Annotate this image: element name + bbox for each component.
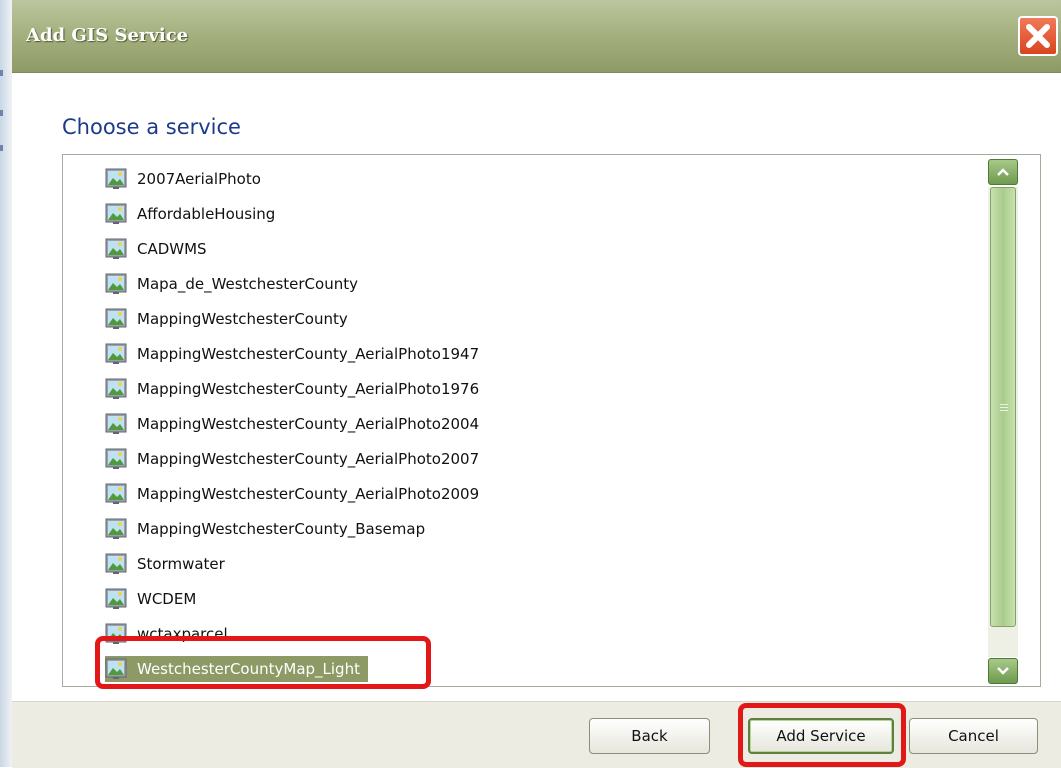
map-service-icon [105, 588, 127, 610]
service-label: MappingWestchesterCounty [137, 310, 348, 328]
list-item[interactable]: Mapa_de_WestchesterCounty [105, 271, 358, 297]
title-bar: Add GIS Service [12, 0, 1061, 73]
vertical-scrollbar[interactable] [988, 159, 1018, 684]
map-service-icon [105, 518, 127, 540]
page-heading: Choose a service [62, 115, 241, 139]
service-label: Mapa_de_WestchesterCounty [137, 275, 358, 293]
scroll-down-icon [997, 667, 1009, 675]
scroll-track[interactable] [988, 187, 1018, 657]
service-label: MappingWestchesterCounty_AerialPhoto2004 [137, 415, 480, 433]
cancel-button[interactable]: Cancel [909, 718, 1038, 754]
list-item[interactable]: Stormwater [105, 551, 225, 577]
service-label: MappingWestchesterCounty_AerialPhoto1976 [137, 380, 480, 398]
highlight-selected-service [95, 636, 431, 689]
scroll-thumb[interactable] [990, 187, 1016, 627]
close-icon [1026, 24, 1050, 48]
scroll-down-button[interactable] [988, 658, 1018, 684]
list-item[interactable]: MappingWestchesterCounty_AerialPhoto1976 [105, 376, 479, 402]
service-label: AffordableHousing [137, 205, 276, 223]
map-service-icon [105, 553, 127, 575]
list-item[interactable]: MappingWestchesterCounty [105, 306, 348, 332]
service-label: MappingWestchesterCounty_AerialPhoto1947 [137, 345, 480, 363]
service-label: MappingWestchesterCounty_Basemap [137, 520, 426, 538]
list-item[interactable]: MappingWestchesterCounty_AerialPhoto2004 [105, 411, 479, 437]
map-service-icon [105, 343, 127, 365]
list-item[interactable]: MappingWestchesterCounty_AerialPhoto1947 [105, 341, 479, 367]
highlight-add-service-button [738, 703, 906, 767]
map-service-icon [105, 308, 127, 330]
map-service-icon [105, 378, 127, 400]
map-service-icon [105, 483, 127, 505]
map-service-icon [105, 413, 127, 435]
service-label: Stormwater [137, 555, 225, 573]
list-item[interactable]: CADWMS [105, 236, 207, 262]
list-item[interactable]: MappingWestchesterCounty_AerialPhoto2007 [105, 446, 479, 472]
dialog-title: Add GIS Service [26, 25, 189, 46]
close-button[interactable] [1018, 16, 1058, 56]
list-item[interactable]: MappingWestchesterCounty_Basemap [105, 516, 425, 542]
back-button[interactable]: Back [589, 718, 710, 754]
scroll-up-icon [997, 168, 1009, 176]
service-label: MappingWestchesterCounty_AerialPhoto2007 [137, 450, 480, 468]
map-service-icon [105, 448, 127, 470]
list-item[interactable]: 2007AerialPhoto [105, 166, 261, 192]
scroll-up-button[interactable] [988, 159, 1018, 185]
map-service-icon [105, 273, 127, 295]
map-service-icon [105, 168, 127, 190]
service-label: 2007AerialPhoto [137, 170, 261, 188]
service-label: WCDEM [137, 590, 197, 608]
map-service-icon [105, 238, 127, 260]
map-service-icon [105, 203, 127, 225]
list-item[interactable]: AffordableHousing [105, 201, 275, 227]
service-label: CADWMS [137, 240, 207, 258]
service-list[interactable]: 2007AerialPhoto AffordableHousing CADWMS Ma… [62, 154, 1041, 687]
list-item[interactable]: WCDEM [105, 586, 196, 612]
list-item[interactable]: MappingWestchesterCounty_AerialPhoto2009 [105, 481, 479, 507]
service-label: MappingWestchesterCounty_AerialPhoto2009 [137, 485, 480, 503]
dialog-content: Choose a service 2007AerialPhoto Affordab… [12, 73, 1061, 701]
